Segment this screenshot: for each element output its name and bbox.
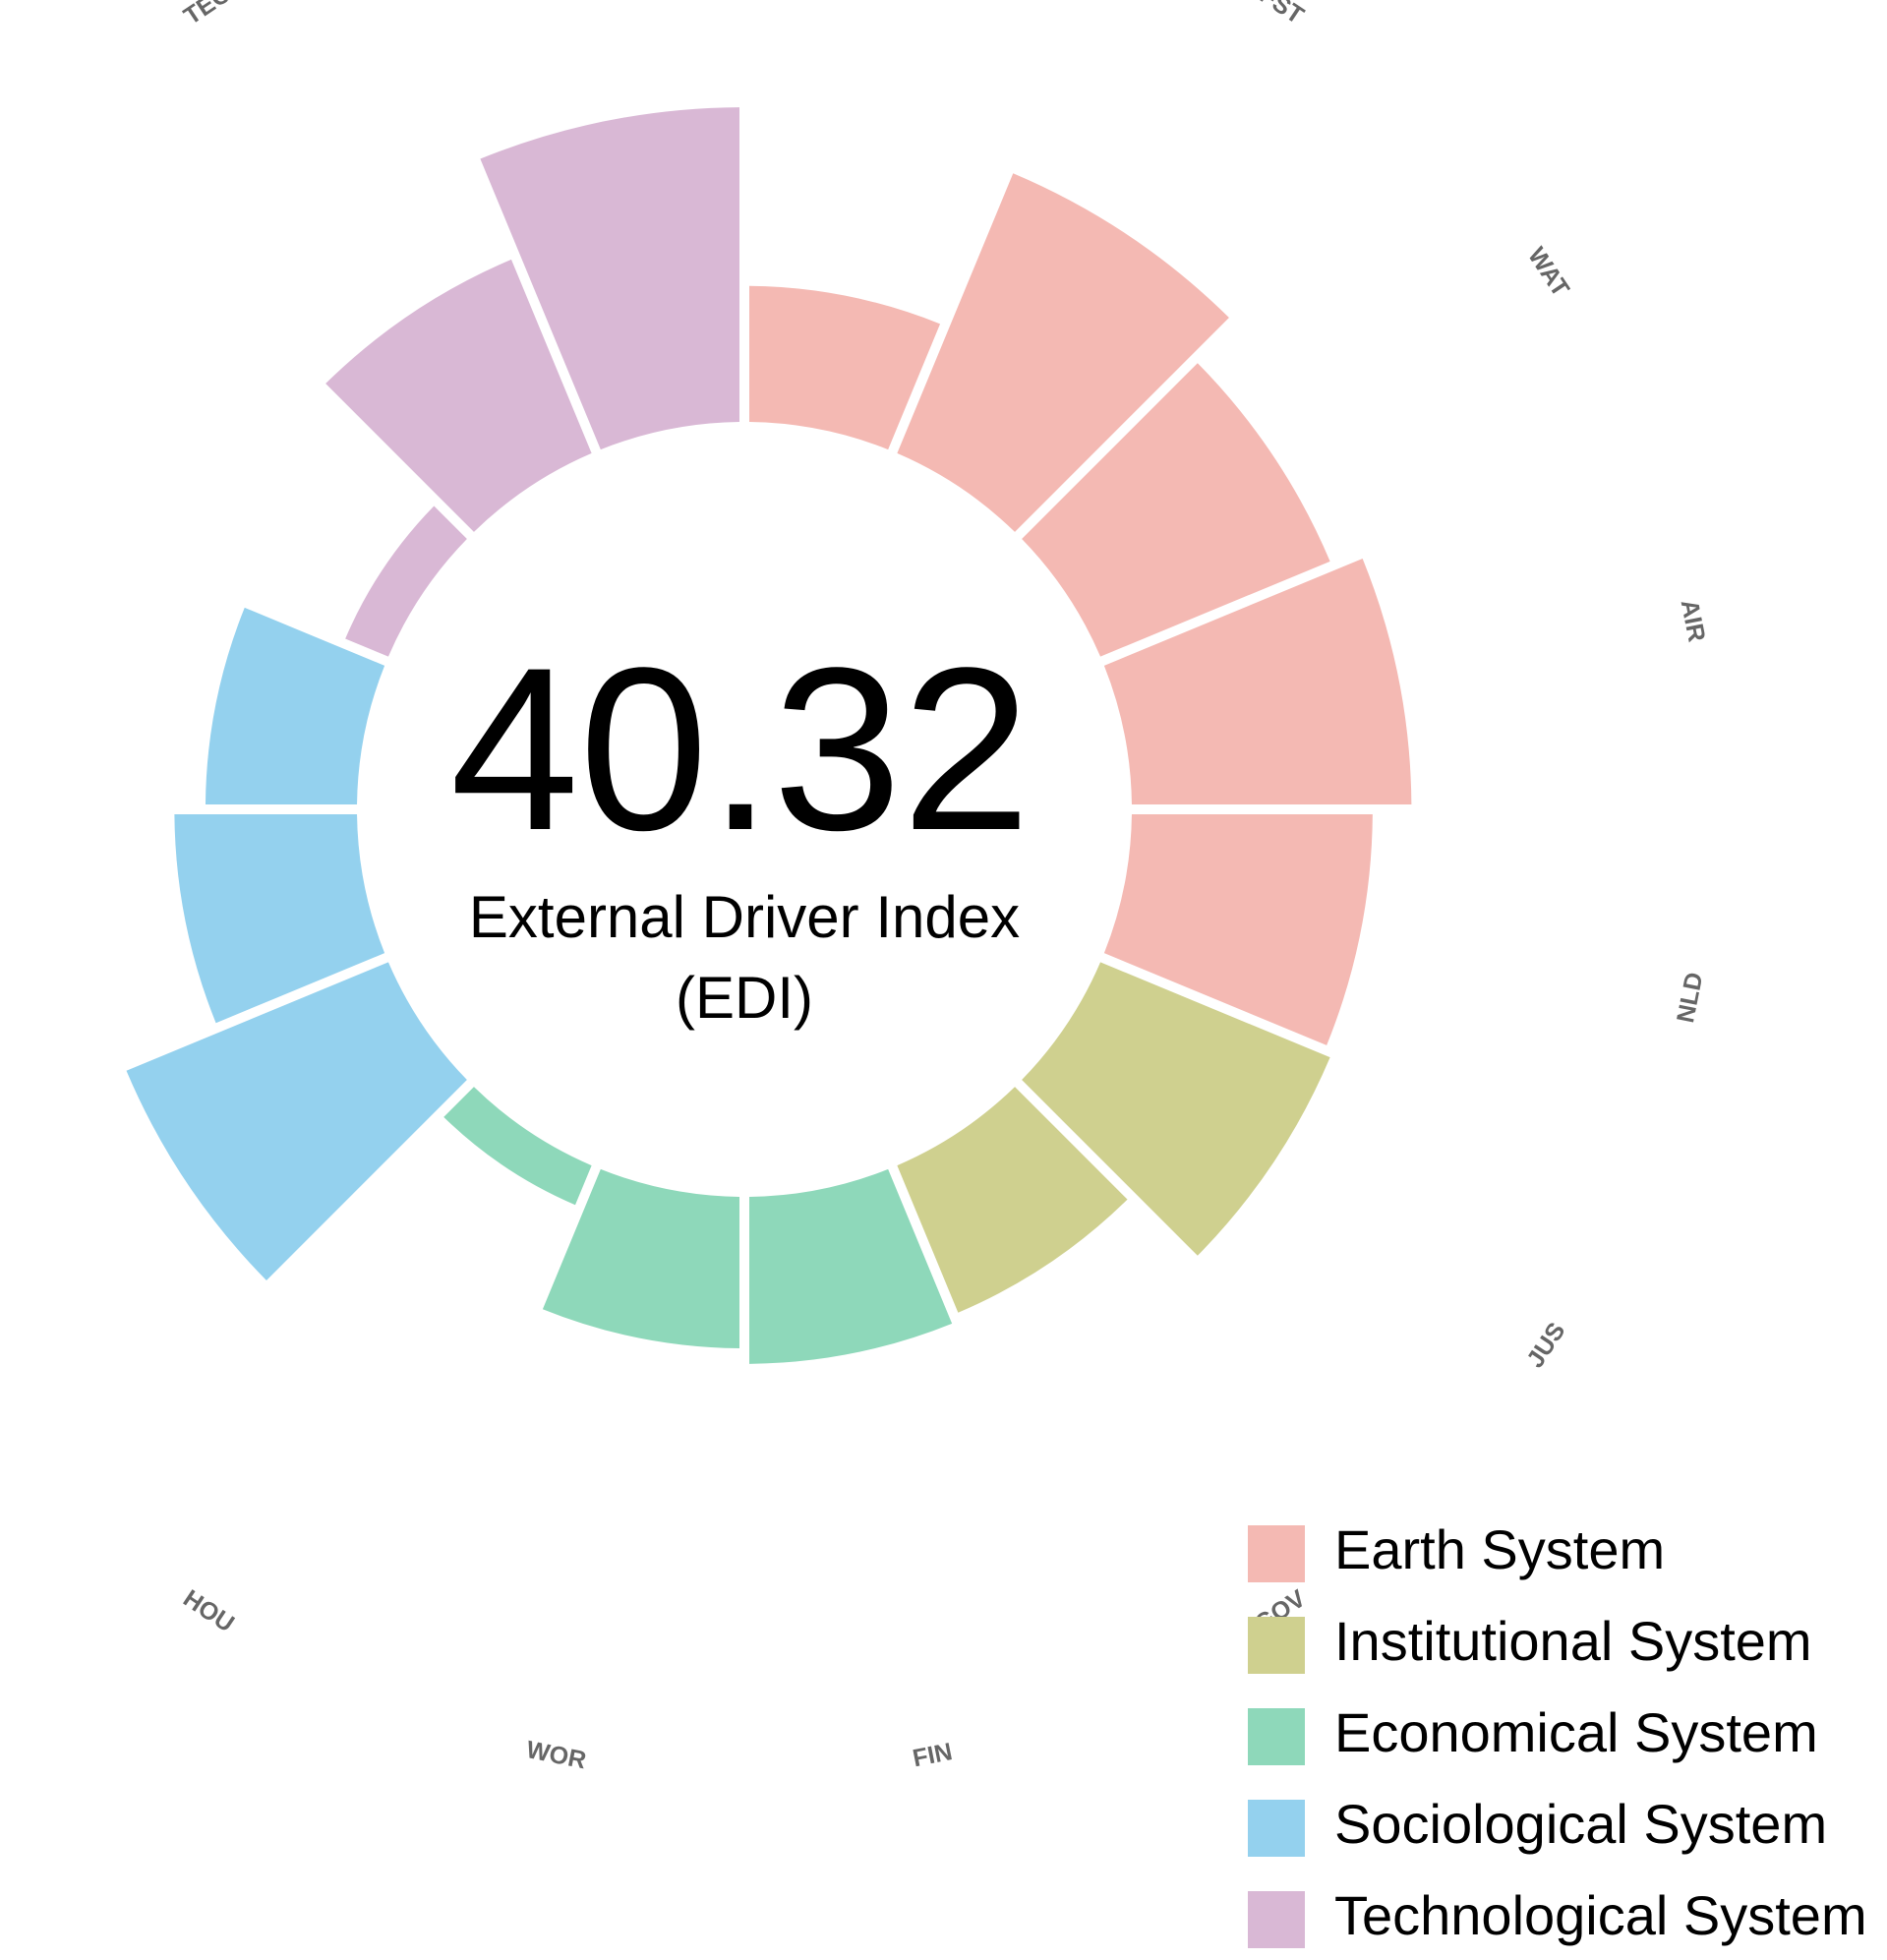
legend-swatch-earth [1248,1525,1305,1582]
bar-hou [443,1087,592,1206]
edi-circular-bar-chart: LANFSTWATAIRNLDJUSGOVFINWORHOUDEMEDUINET… [126,0,1867,1948]
legend-label-earth: Earth System [1334,1518,1665,1580]
bar-label-hou: HOU [178,1584,239,1637]
legend: Earth System Institutional System Economic… [1248,1518,1867,1948]
legend-swatch-sociological [1248,1800,1305,1857]
legend-label-economical: Economical System [1334,1701,1818,1763]
bar-label-fin: FIN [911,1738,955,1772]
center-caption-line1: External Driver Index [469,884,1020,950]
bar-label-fst: FST [1255,0,1309,30]
bar-label-jus: JUS [1521,1318,1570,1373]
bar-label-nld: NLD [1672,970,1708,1025]
legend-swatch-institutional [1248,1617,1305,1674]
bar-trp [345,505,467,657]
legend-label-sociological: Sociological System [1334,1793,1827,1855]
bar-dem [126,962,467,1280]
legend-label-institutional: Institutional System [1334,1610,1812,1672]
bar-label-wat: WAT [1522,243,1574,302]
bar-label-tec: TEC [179,0,235,30]
legend-label-technological: Technological System [1334,1884,1867,1946]
bar-label-wor: WOR [524,1736,588,1774]
bar-label-air: AIR [1676,597,1711,644]
legend-swatch-economical [1248,1708,1305,1765]
legend-swatch-technological [1248,1891,1305,1948]
center-caption-line2: (EDI) [676,965,813,1031]
center-value: 40.32 [450,620,1032,879]
